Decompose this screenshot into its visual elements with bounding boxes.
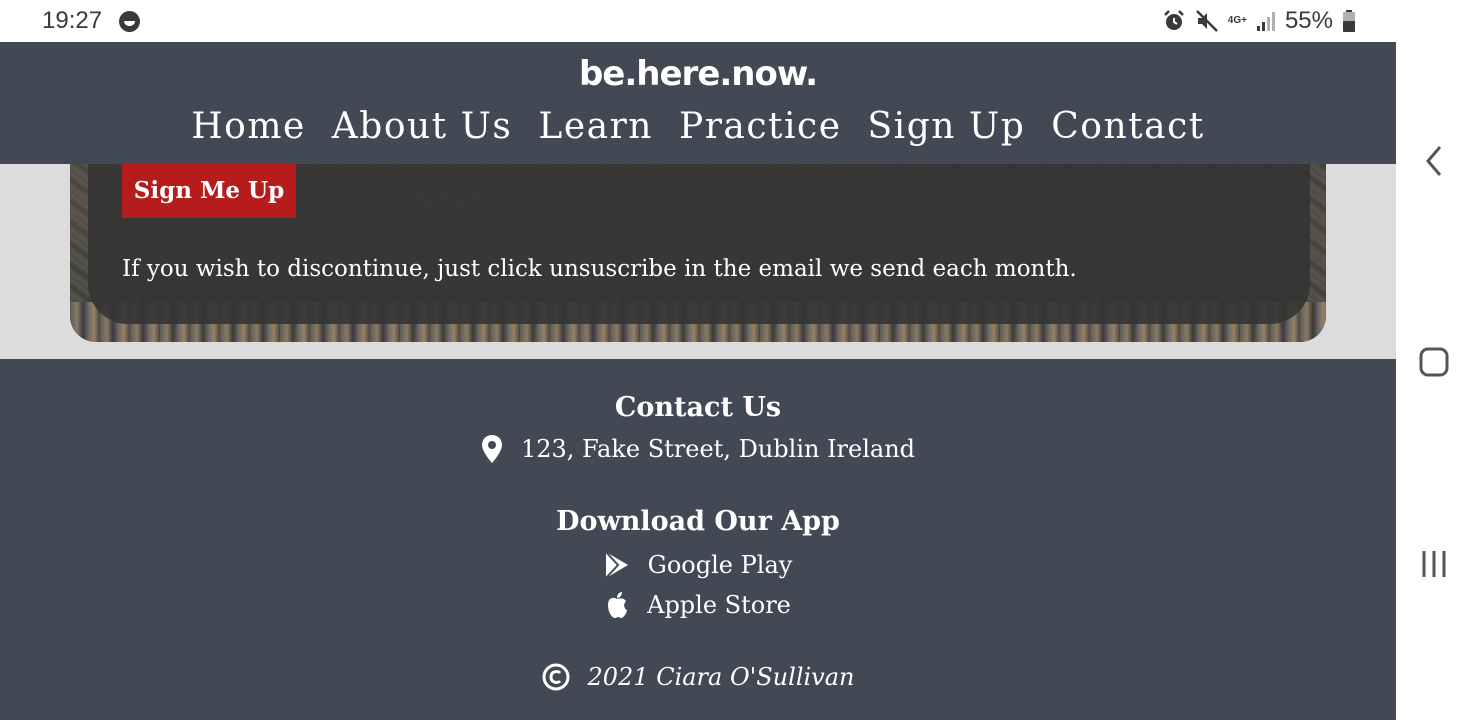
google-play-link[interactable]: Google Play	[0, 547, 1396, 583]
copyright-row: 2021 Ciara O'Sullivan	[0, 659, 1396, 695]
face-icon	[119, 11, 140, 32]
recent-apps-icon[interactable]	[1418, 548, 1450, 580]
site-header: be.here.now. Home About Us Learn Practic…	[0, 42, 1396, 164]
nav-practice[interactable]: Practice	[679, 106, 842, 147]
address-row: 123, Fake Street, Dublin Ireland	[0, 431, 1396, 467]
home-icon[interactable]	[1418, 346, 1450, 378]
site-logo[interactable]: be.here.now.	[0, 54, 1396, 94]
apple-store-link[interactable]: Apple Store	[0, 587, 1396, 623]
sign-me-up-button[interactable]: Sign Me Up	[122, 164, 296, 218]
unsubscribe-text: If you wish to discontinue, just click u…	[122, 256, 1077, 282]
nav-sign-up[interactable]: Sign Up	[868, 106, 1026, 147]
contact-heading: Contact Us	[614, 392, 782, 423]
signal-icon	[1256, 10, 1276, 32]
battery-icon	[1342, 9, 1356, 33]
app-heading: Download Our App	[556, 506, 840, 537]
location-pin-icon	[481, 434, 503, 464]
nav-contact[interactable]: Contact	[1051, 106, 1204, 147]
web-page: Sign Me Up If you wish to discontinue, j…	[0, 42, 1396, 720]
mute-icon	[1195, 9, 1219, 33]
network-type: 4G+	[1227, 15, 1247, 26]
nav-home[interactable]: Home	[191, 106, 306, 147]
status-icons: 4G+ 55%	[1162, 6, 1356, 36]
main-nav: Home About Us Learn Practice Sign Up Con…	[0, 106, 1396, 147]
nav-learn[interactable]: Learn	[538, 106, 653, 147]
android-nav-bar	[1396, 0, 1480, 720]
apple-icon	[605, 591, 629, 619]
copyright-text: 2021 Ciara O'Sullivan	[587, 663, 855, 691]
address-text: 123, Fake Street, Dublin Ireland	[520, 435, 916, 463]
alarm-icon	[1162, 9, 1186, 33]
status-time: 19:27	[42, 7, 103, 34]
site-footer: Contact Us 123, Fake Street, Dublin Irel…	[0, 359, 1396, 720]
battery-percent: 55%	[1284, 7, 1333, 34]
copyright-icon	[542, 663, 570, 691]
nav-about-us[interactable]: About Us	[332, 106, 513, 147]
apple-store-label[interactable]: Apple Store	[647, 591, 791, 619]
google-play-label[interactable]: Google Play	[648, 551, 793, 579]
google-play-icon	[604, 551, 630, 579]
status-bar: 19:27 4G+ 55%	[0, 0, 1396, 42]
back-icon[interactable]	[1422, 144, 1446, 178]
